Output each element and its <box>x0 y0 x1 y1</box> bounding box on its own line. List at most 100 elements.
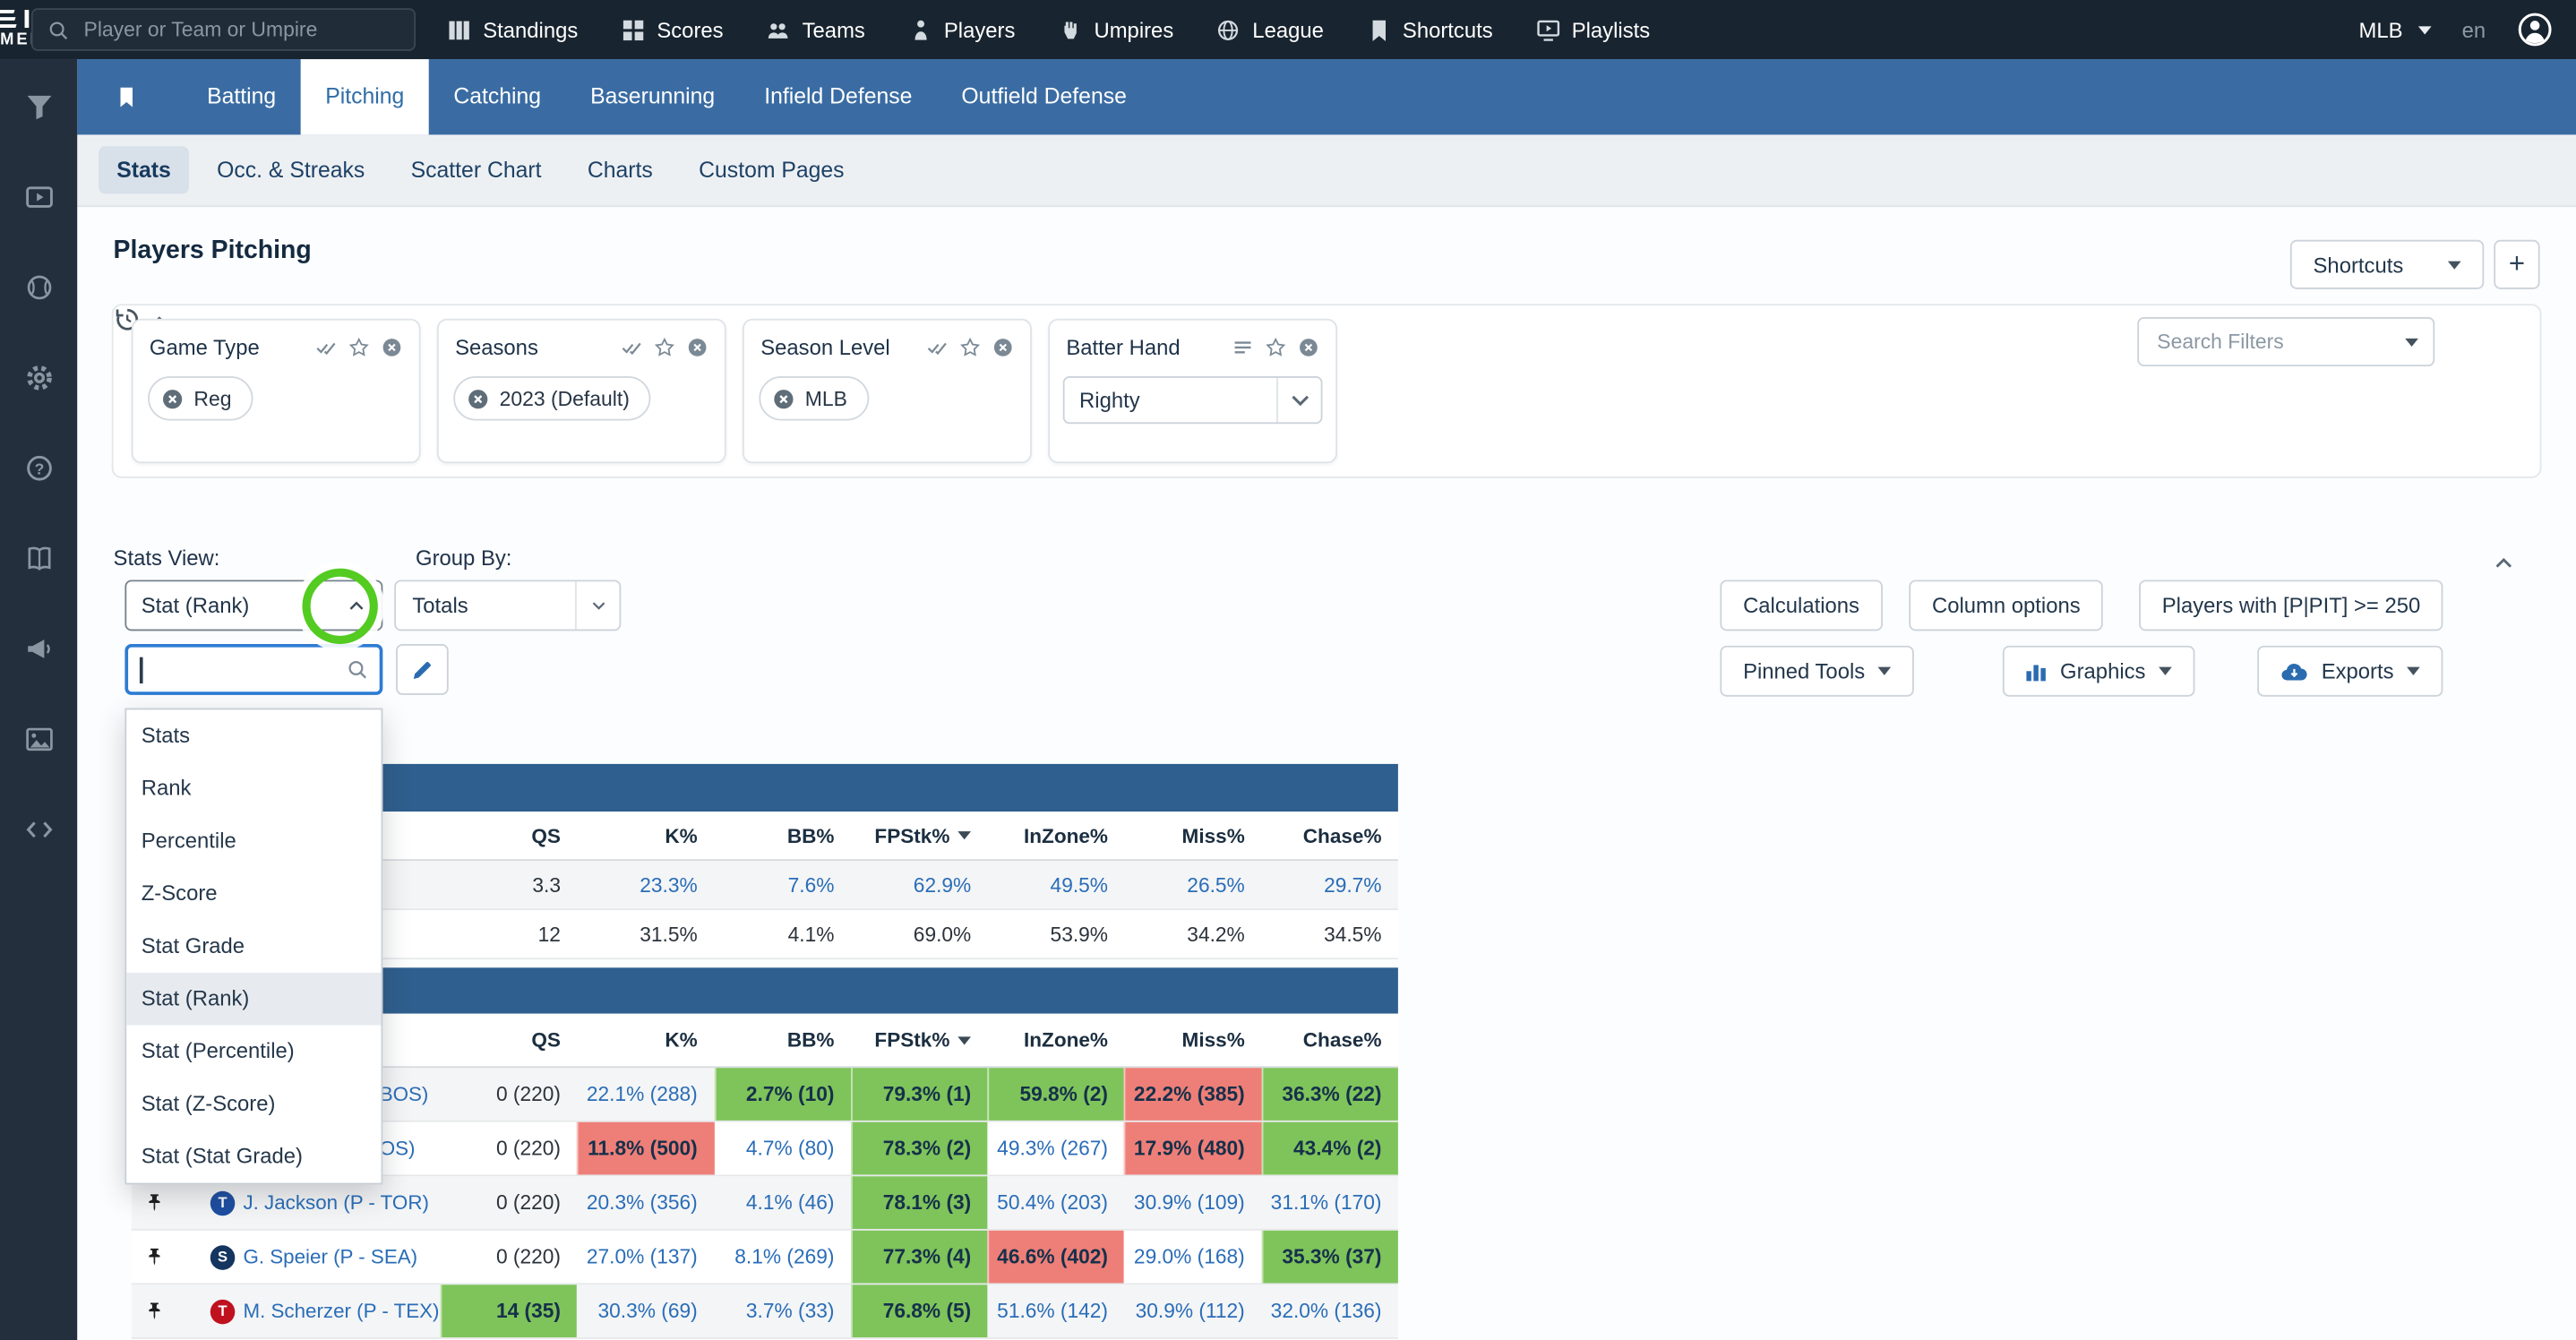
check-double-icon[interactable] <box>315 337 337 358</box>
help-icon[interactable]: ? <box>24 453 54 483</box>
stats-view-filter-box[interactable] <box>125 643 383 695</box>
controls-collapse-icon[interactable] <box>2492 552 2515 575</box>
media-image-icon[interactable] <box>24 725 54 754</box>
option-stat-rank[interactable]: Stat (Rank) <box>126 972 382 1026</box>
tab-baserunning[interactable]: Baserunning <box>566 59 740 134</box>
graphics-button[interactable]: Graphics <box>2002 645 2195 697</box>
stat-cell[interactable]: 29.0% (168) <box>1124 1231 1261 1284</box>
col-header-miss[interactable]: Miss% <box>1124 812 1261 859</box>
filter-chip-2023-default[interactable]: 2023 (Default) <box>453 376 651 421</box>
bookmark-icon[interactable] <box>115 84 138 110</box>
nav-umpires[interactable]: Umpires <box>1058 17 1173 42</box>
stat-cell[interactable]: 30.9% (112) <box>1124 1284 1261 1337</box>
stat-cell[interactable]: 7.6% <box>714 861 851 908</box>
option-stat-grade[interactable]: Stat Grade <box>126 920 381 973</box>
stat-cell[interactable]: 49.3% (267) <box>988 1122 1125 1175</box>
filter-chip-reg[interactable]: Reg <box>148 376 253 421</box>
stats-view-select[interactable]: Stat (Rank) <box>125 580 383 631</box>
filter-search[interactable] <box>2137 316 2435 367</box>
star-icon[interactable] <box>348 337 370 358</box>
col-header-qs[interactable]: QS <box>441 812 578 859</box>
video-icon[interactable] <box>24 183 54 212</box>
stat-cell[interactable]: 4.1% (46) <box>714 1176 851 1229</box>
tab-outfield-defense[interactable]: Outfield Defense <box>937 59 1151 134</box>
tab-catching[interactable]: Catching <box>429 59 566 134</box>
pin-cell[interactable] <box>132 1231 177 1284</box>
stat-cell[interactable]: 31.1% (170) <box>1261 1176 1398 1229</box>
tab-batting[interactable]: Batting <box>183 59 301 134</box>
pin-cell[interactable] <box>132 1284 177 1337</box>
baseball-icon[interactable] <box>24 272 54 302</box>
player-name[interactable]: BOS) <box>380 1083 429 1106</box>
pinned-tools-button[interactable]: Pinned Tools <box>1720 645 1915 697</box>
subtab-stats[interactable]: Stats <box>99 146 189 194</box>
exports-button[interactable]: Exports <box>2257 645 2443 697</box>
announcements-megaphone-icon[interactable] <box>24 634 54 664</box>
group-by-select[interactable]: Totals <box>394 580 622 631</box>
global-search[interactable] <box>30 8 416 51</box>
trumedia-logo[interactable]: TRUMEDIA <box>0 10 64 49</box>
stat-cell[interactable]: 51.6% (142) <box>988 1284 1125 1337</box>
x-circle-icon[interactable] <box>687 337 708 358</box>
option-stats[interactable]: Stats <box>126 709 381 762</box>
filter-search-input[interactable] <box>2153 328 2396 356</box>
check-double-icon[interactable] <box>621 337 642 358</box>
subtab-scatter-chart[interactable]: Scatter Chart <box>392 146 559 193</box>
option-stat-z-score[interactable]: Stat (Z-Score) <box>126 1078 381 1130</box>
stat-cell[interactable]: 4.7% (80) <box>714 1122 851 1175</box>
add-page-button[interactable]: + <box>2494 239 2540 289</box>
filter-chip-mlb[interactable]: MLB <box>759 376 869 421</box>
stat-cell[interactable]: 29.7% <box>1261 861 1398 908</box>
col-header-inzone[interactable]: InZone% <box>988 812 1125 859</box>
star-icon[interactable] <box>654 337 675 358</box>
stat-cell[interactable]: 30.3% (69) <box>577 1284 714 1337</box>
col-header-inzone[interactable]: InZone% <box>988 1014 1125 1067</box>
edit-pencil-button[interactable] <box>396 643 449 695</box>
player-name[interactable]: G. Speier (P - SEA) <box>243 1245 417 1268</box>
star-icon[interactable] <box>1265 337 1286 358</box>
stat-cell[interactable]: 30.9% (109) <box>1124 1176 1261 1229</box>
subtab-custom-pages[interactable]: Custom Pages <box>681 146 863 193</box>
col-header-miss[interactable]: Miss% <box>1124 1014 1261 1067</box>
filter-funnel-icon[interactable] <box>24 92 54 122</box>
locale-label[interactable]: en <box>2462 17 2486 42</box>
stat-cell[interactable]: 32.0% (136) <box>1261 1284 1398 1337</box>
nav-playlists[interactable]: Playlists <box>1535 17 1650 42</box>
option-stat-percentile[interactable]: Stat (Percentile) <box>126 1026 381 1078</box>
option-percentile[interactable]: Percentile <box>126 815 381 868</box>
option-rank[interactable]: Rank <box>126 762 381 815</box>
col-header-fpstk[interactable]: FPStk% <box>851 812 988 859</box>
col-header-chase[interactable]: Chase% <box>1261 812 1398 859</box>
global-search-input[interactable] <box>80 16 399 43</box>
col-header-bb[interactable]: BB% <box>714 1014 851 1067</box>
option-stat-stat-grade[interactable]: Stat (Stat Grade) <box>126 1130 381 1183</box>
nav-players[interactable]: Players <box>908 17 1015 42</box>
col-header-k[interactable]: K% <box>577 812 714 859</box>
stat-cell[interactable]: 20.3% (356) <box>577 1176 714 1229</box>
tab-pitching[interactable]: Pitching <box>300 59 429 135</box>
subtab-charts[interactable]: Charts <box>570 146 671 193</box>
league-selector[interactable]: MLB <box>2359 17 2431 42</box>
x-circle-icon[interactable] <box>382 337 403 358</box>
stat-cell[interactable]: 50.4% (203) <box>988 1176 1125 1229</box>
shortcuts-button[interactable]: Shortcuts <box>2289 239 2485 289</box>
nav-teams[interactable]: Teams <box>766 17 865 42</box>
player-name[interactable]: OS) <box>380 1137 416 1160</box>
stat-cell[interactable]: 23.3% <box>577 861 714 908</box>
nav-scores[interactable]: Scores <box>621 17 724 42</box>
player-name[interactable]: M. Scherzer (P - TEX) <box>243 1300 439 1323</box>
stat-cell[interactable]: 26.5% <box>1124 861 1261 908</box>
lines-icon[interactable] <box>1232 337 1254 358</box>
check-double-icon[interactable] <box>926 337 948 358</box>
embed-code-icon[interactable] <box>24 815 54 845</box>
filter-select-batter-hand[interactable]: Righty <box>1062 376 1323 425</box>
star-icon[interactable] <box>959 337 981 358</box>
stat-cell[interactable]: 27.0% (137) <box>577 1231 714 1284</box>
column-options-button[interactable]: Column options <box>1909 580 2104 631</box>
option-z-score[interactable]: Z-Score <box>126 867 381 920</box>
col-header-qs[interactable]: QS <box>441 1014 578 1067</box>
players-filter-button[interactable]: Players with [P|PIT] >= 250 <box>2139 580 2443 631</box>
settings-gear-icon[interactable] <box>24 363 54 392</box>
nav-standings[interactable]: Standings <box>447 17 578 42</box>
stat-cell[interactable]: 3.7% (33) <box>714 1284 851 1337</box>
